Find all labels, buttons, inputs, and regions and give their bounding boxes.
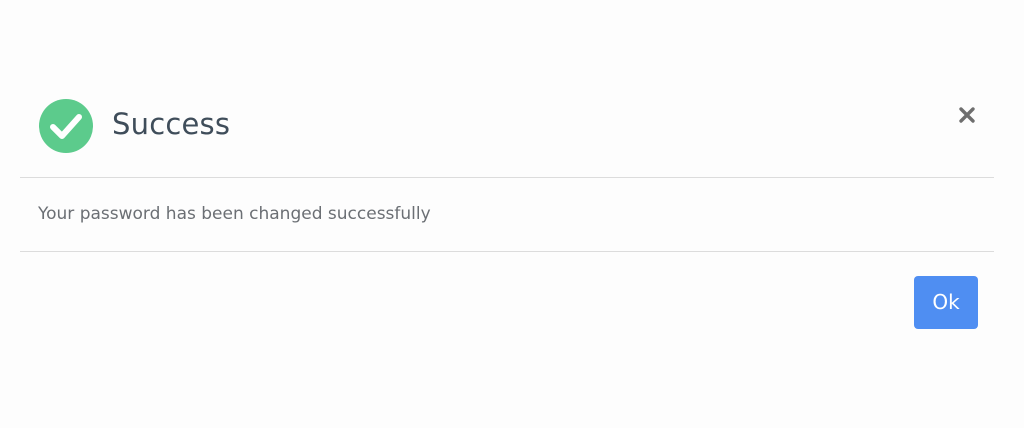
check-circle-icon — [39, 99, 93, 153]
ok-button[interactable]: Ok — [914, 276, 978, 329]
dialog-header: Success — [20, 96, 994, 156]
success-dialog: Success Your password has been changed s… — [0, 0, 1024, 428]
close-icon[interactable] — [956, 104, 978, 126]
footer-divider — [20, 251, 994, 252]
dialog-message: Your password has been changed successfu… — [38, 204, 431, 224]
dialog-title: Success — [112, 107, 231, 141]
header-divider — [20, 177, 994, 178]
